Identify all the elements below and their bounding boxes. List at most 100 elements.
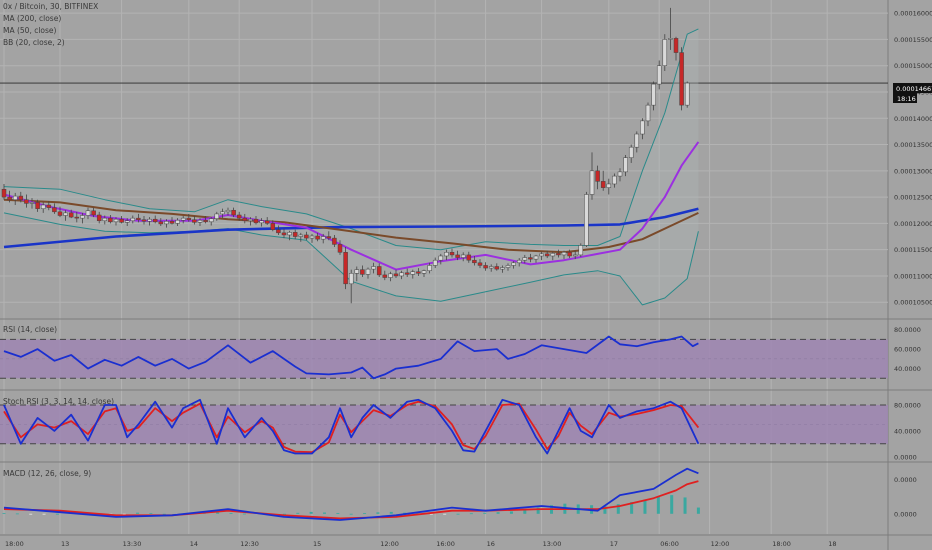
candle-body <box>152 218 158 223</box>
candle-body <box>24 199 29 204</box>
tradingview-chart[interactable]: 0.00010500 0.00011000 0.00011500 0.00012000… <box>0 0 932 550</box>
candle-body <box>533 255 539 260</box>
candle-body <box>29 202 35 204</box>
candle-body <box>449 252 455 256</box>
candle-body <box>572 254 578 257</box>
candle-body <box>147 218 152 222</box>
candle-body <box>332 237 337 245</box>
candle-body <box>124 220 130 223</box>
rsi-tick-label: 80.0000 <box>894 326 921 334</box>
candle-body <box>253 218 259 224</box>
macd-histogram-bar <box>696 507 700 514</box>
candle-body <box>169 221 175 224</box>
candle-body <box>388 273 393 278</box>
candle-body <box>192 219 197 223</box>
stoch-tick-label: 0.0000 <box>894 453 917 461</box>
candle-body <box>214 213 220 219</box>
macd-histogram-bar <box>509 511 513 514</box>
time-tick-label: 12:00 <box>380 540 399 548</box>
macd-histogram-bar <box>469 513 473 515</box>
candle-body <box>68 212 74 218</box>
candle-body <box>376 266 382 276</box>
stoch-pane-title[interactable]: Stoch RSI (3, 3, 14, 14, close) <box>3 397 114 406</box>
candle-body <box>427 265 432 271</box>
candle-body <box>567 252 572 257</box>
time-tick-label: 14 <box>190 540 198 548</box>
time-tick-label: 16 <box>487 540 495 548</box>
candle-body <box>186 217 192 220</box>
macd-histogram-bar <box>443 513 447 515</box>
candle-body <box>292 232 298 237</box>
candle-body <box>12 195 18 200</box>
macd-pane-title[interactable]: MACD (12, 26, close, 9) <box>3 469 91 478</box>
time-tick-label: 17 <box>610 540 618 548</box>
candle-body <box>539 253 544 257</box>
candle-body <box>640 120 645 135</box>
candle-body <box>180 217 186 221</box>
indicator-label-bb[interactable]: BB (20, close, 2) <box>3 38 65 47</box>
candle-body <box>466 254 472 261</box>
candle-body <box>477 262 483 266</box>
candle-body <box>7 196 12 200</box>
candle-body <box>460 254 466 258</box>
candle-body <box>612 175 617 185</box>
stoch-tick-label: 80.0000 <box>894 401 921 409</box>
time-tick-label: 12:00 <box>711 540 730 548</box>
macd-histogram-bar <box>670 495 674 514</box>
candle-body <box>276 229 281 234</box>
candle-body <box>52 207 57 213</box>
macd-histogram-bar <box>349 513 353 515</box>
candle-body <box>662 39 668 66</box>
candle-body <box>63 212 68 216</box>
candle-body <box>236 214 242 219</box>
candle-body <box>231 209 236 216</box>
price-tick-label: 0.00011000 <box>894 272 932 280</box>
candle-body <box>544 253 550 257</box>
candle-body <box>584 194 589 246</box>
candle-body <box>113 218 119 223</box>
candle-body <box>85 210 91 216</box>
candle-body <box>371 266 376 270</box>
candle-body <box>326 236 332 239</box>
candle-body <box>528 257 533 260</box>
candle-body <box>684 82 690 106</box>
rsi-pane-title[interactable]: RSI (14, close) <box>3 325 57 334</box>
macd-histogram-bar <box>376 512 380 514</box>
candle-body <box>57 211 63 216</box>
candle-body <box>668 38 673 40</box>
candle-body <box>365 268 371 275</box>
candle-body <box>309 235 315 239</box>
macd-histogram-bar <box>496 512 500 514</box>
chart-canvas[interactable]: 0.00010500 0.00011000 0.00011500 0.00012000… <box>0 0 932 550</box>
price-tick-label: 0.00012500 <box>894 194 932 202</box>
candle-body <box>393 273 399 277</box>
rsi-tick-label: 60.0000 <box>894 346 921 354</box>
macd-histogram-bar <box>242 513 246 515</box>
last-price-label: 0.00014667 <box>896 85 932 93</box>
candle-body <box>281 232 287 236</box>
time-tick-label: 15 <box>313 540 321 548</box>
countdown-label: 18:16 <box>897 95 916 103</box>
candle-body <box>91 210 96 216</box>
candle-body <box>410 271 416 275</box>
candle-body <box>298 234 304 237</box>
price-tick-label: 0.00013500 <box>894 141 932 149</box>
indicator-label-ma200[interactable]: MA (200, close) <box>3 14 61 23</box>
candle-body <box>1 188 7 198</box>
indicator-label-ma50[interactable]: MA (50, close) <box>3 26 57 35</box>
price-tick-label: 0.00011500 <box>894 246 932 254</box>
candle-body <box>197 219 203 223</box>
candle-body <box>360 269 365 275</box>
macd-histogram-bar <box>643 499 647 514</box>
macd-histogram-bar <box>149 513 153 514</box>
price-tick-label: 0.00015000 <box>894 62 932 70</box>
candle-body <box>589 170 595 195</box>
candle-body <box>651 83 656 106</box>
candle-body <box>522 257 528 261</box>
candle-body <box>500 267 505 270</box>
candle-body <box>634 133 640 148</box>
time-tick-label: 12:30 <box>240 540 259 548</box>
macd-histogram-bar <box>363 513 367 514</box>
candle-body <box>382 274 388 278</box>
candle-body <box>595 170 600 182</box>
